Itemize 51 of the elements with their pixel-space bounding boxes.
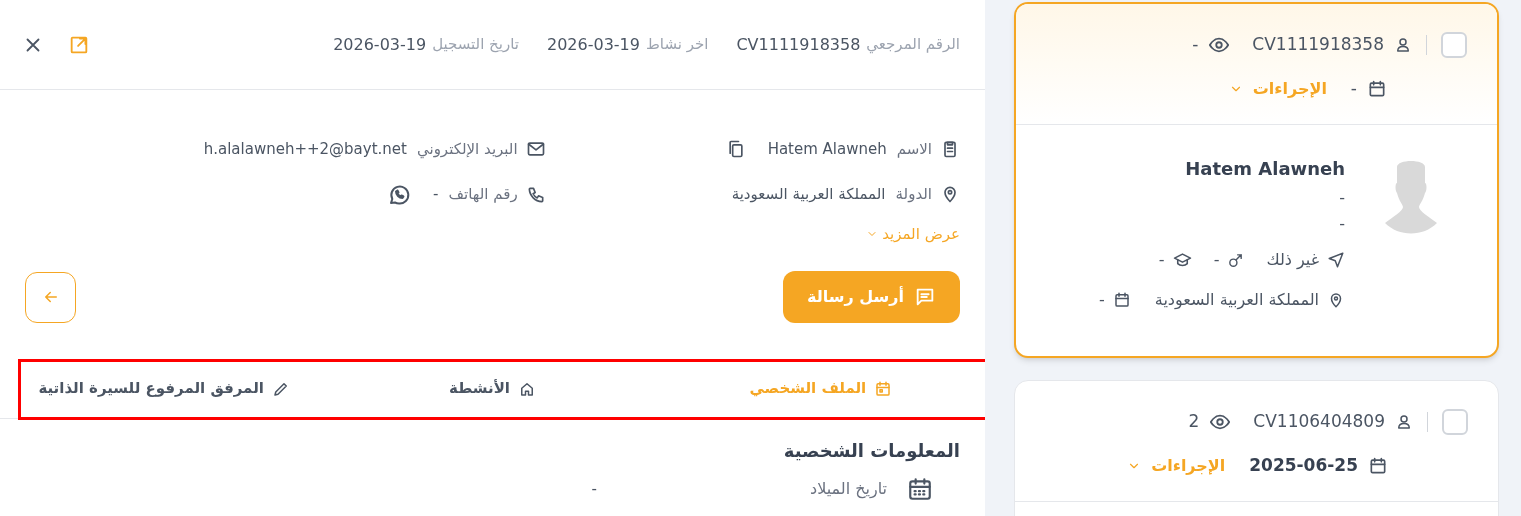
date-text: - <box>1350 77 1357 100</box>
person-icon <box>1394 36 1412 54</box>
detail-text: - <box>1339 188 1345 208</box>
date-text: 2025-06-25 <box>1249 454 1358 477</box>
field-label: تاريخ التسجيل <box>432 33 519 55</box>
field-value: CV1111918358 <box>736 33 861 56</box>
calendar-icon <box>1112 291 1131 309</box>
tab[interactable]: الملف الشخصي <box>749 377 893 400</box>
field-value: h.alalawneh++2@bayt.net <box>203 139 407 160</box>
detail-text: - <box>1339 214 1345 234</box>
candidate-name: Hatem Alawneh <box>1185 157 1345 181</box>
field-label: اخر نشاط <box>645 33 709 55</box>
field-label: رقم الهاتف <box>448 184 518 206</box>
male-icon <box>1227 251 1245 269</box>
back-button[interactable] <box>25 271 76 323</box>
field-label: البريد الإلكتروني <box>416 139 518 161</box>
field-value: - <box>591 478 597 500</box>
field-label: تاريخ الميلاد <box>809 478 887 501</box>
gender-text: - <box>1213 249 1220 271</box>
field-value: Hatem Alawneh <box>767 139 887 160</box>
calendar-icon <box>907 476 933 502</box>
date-text: - <box>1099 289 1105 311</box>
location-text: المملكة العربية السعودية <box>1154 289 1319 312</box>
send-icon <box>1327 251 1345 269</box>
field-label: الدولة <box>895 183 932 205</box>
field-value: - <box>433 184 439 206</box>
tab[interactable]: الأنشطة <box>449 377 536 400</box>
field-label: الاسم <box>896 139 932 160</box>
cv-id: CV1111918358 <box>1252 33 1384 57</box>
person-icon <box>1395 413 1413 431</box>
message-icon <box>914 286 936 308</box>
checkbox[interactable] <box>1441 32 1467 58</box>
send-message-button[interactable]: أرسل رسالة <box>783 271 960 323</box>
field-value: 2026-03-19 <box>333 33 427 56</box>
tab[interactable]: المرفق المرفوع للسيرة الذاتية <box>38 377 290 400</box>
view-count: - <box>1192 33 1199 57</box>
education-text: - <box>1158 249 1165 271</box>
field-label: الرقم المرجعي <box>866 33 960 56</box>
checkbox[interactable] <box>1442 409 1468 435</box>
calendar-icon <box>1368 455 1388 476</box>
section-title: المعلومات الشخصية <box>783 439 961 464</box>
status-text: غير ذلك <box>1266 249 1319 271</box>
cv-id: CV1106404809 <box>1253 410 1385 434</box>
show-more-link[interactable]: عرض المزيد <box>866 222 960 245</box>
calendar-icon <box>874 379 893 398</box>
field-value: المملكة العربية السعودية <box>731 183 886 205</box>
actions-dropdown[interactable]: الإجراءات <box>1127 453 1226 478</box>
view-count: 2 <box>1188 410 1200 434</box>
actions-dropdown[interactable]: الإجراءات <box>1228 76 1327 101</box>
calendar-icon <box>1367 78 1387 99</box>
field-value: 2026-03-19 <box>546 33 640 56</box>
